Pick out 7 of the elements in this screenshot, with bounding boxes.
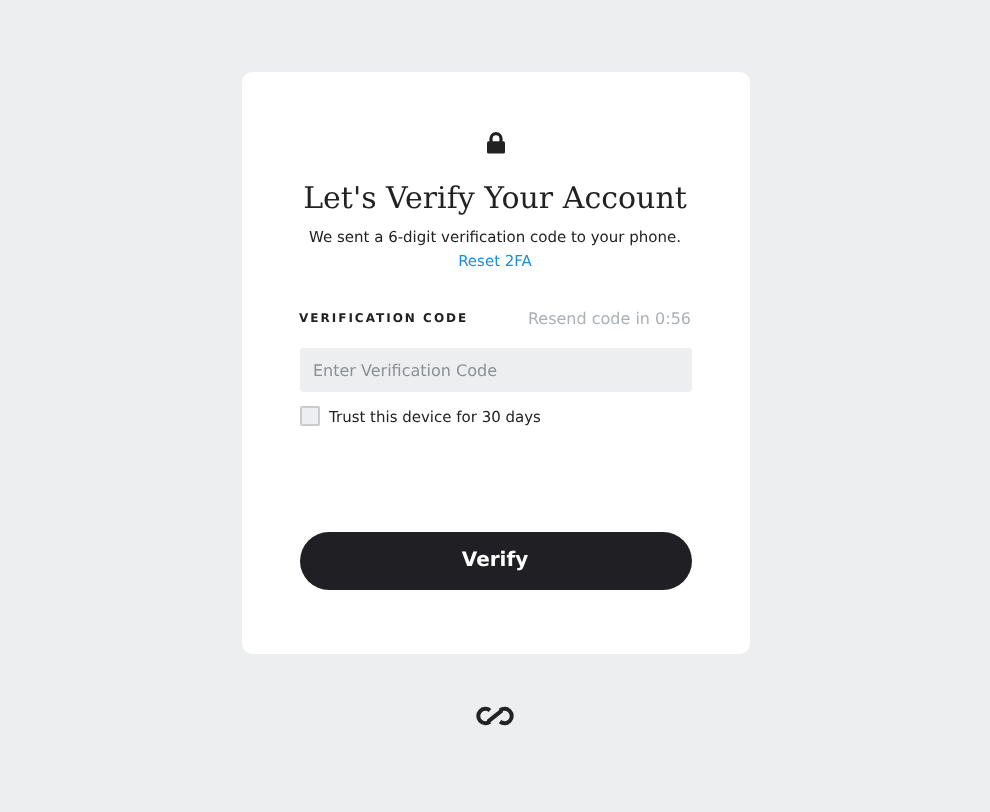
- resend-countdown: Resend code in 0:56: [527, 310, 691, 328]
- logo-icon: [476, 706, 514, 726]
- verify-button[interactable]: Verify: [299, 532, 691, 590]
- lock-icon: [485, 132, 505, 154]
- checkbox[interactable]: [299, 406, 319, 426]
- input-field[interactable]: Enter Verification Code: [299, 348, 691, 392]
- page-title: Let's Verify Your Account: [303, 180, 687, 216]
